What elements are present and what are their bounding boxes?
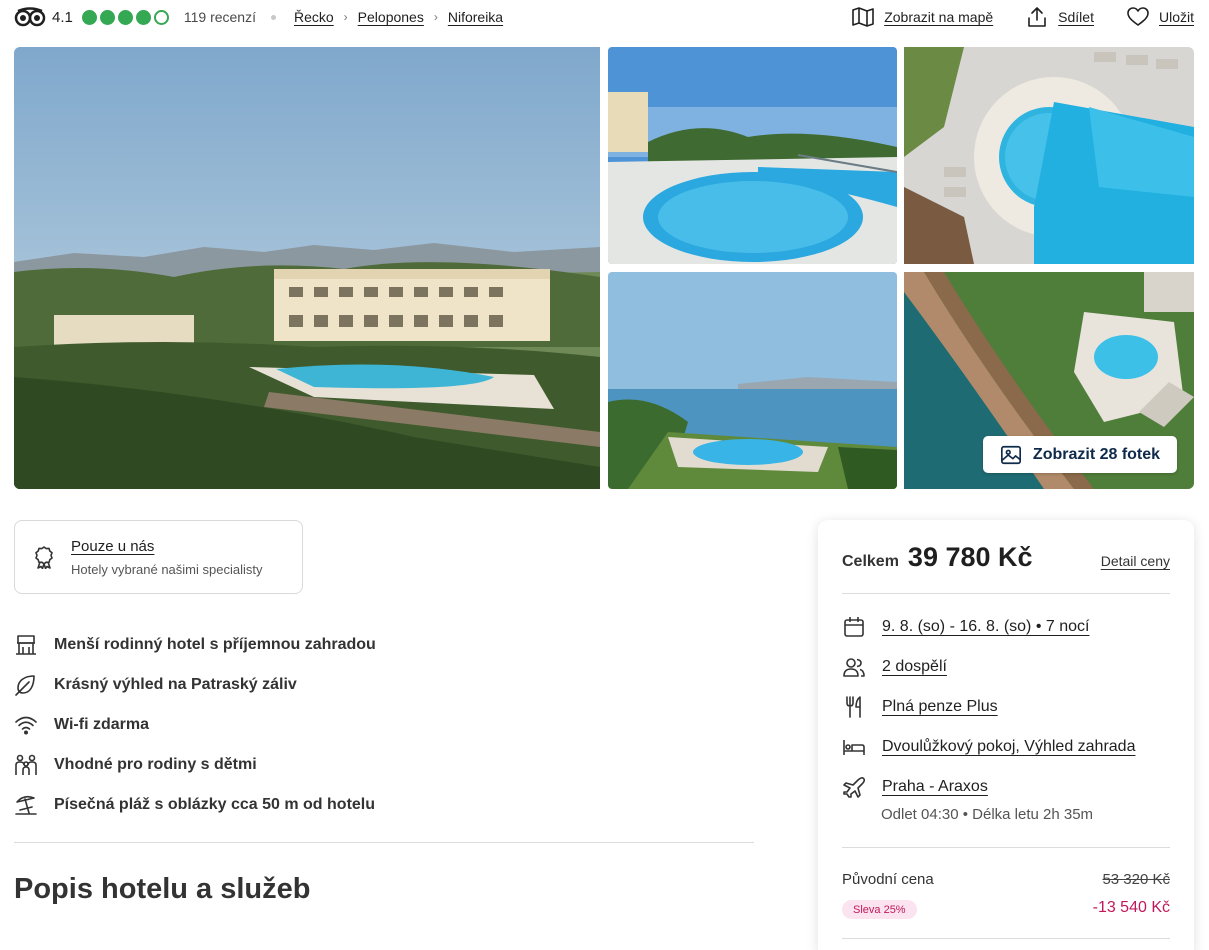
card-divider xyxy=(842,593,1170,594)
show-all-photos-label: Zobrazit 28 fotek xyxy=(1032,445,1161,463)
discount-amount: -13 540 Kč xyxy=(1092,899,1170,916)
show-all-photos-button[interactable]: Zobrazit 28 fotek xyxy=(983,436,1177,473)
chevron-right-icon: › xyxy=(433,10,438,24)
breadcrumb-place[interactable]: Niforeika xyxy=(448,9,503,25)
pool-photo[interactable] xyxy=(608,47,897,264)
rating-dot-filled xyxy=(99,9,115,25)
breadcrumb-region[interactable]: Pelopones xyxy=(358,9,424,25)
feature-text: Vhodné pro rodiny s dětmi xyxy=(54,756,257,773)
image-icon xyxy=(1000,445,1021,464)
feature-item: Písečná pláž s oblázky cca 50 m od hotel… xyxy=(14,785,754,825)
cutlery-icon xyxy=(846,696,861,718)
original-price: 53 320 Kč xyxy=(1102,871,1170,888)
total-label: Celkem xyxy=(842,553,899,570)
airplane-icon xyxy=(843,777,866,798)
card-divider xyxy=(842,847,1170,848)
hotel-description-heading: Popis hotelu a služeb xyxy=(14,873,311,905)
room-value: Dvoulůžkový pokoj, Výhled zahrada xyxy=(882,738,1136,755)
exclusive-text: Pouze u nás Hotely vybrané našimi specia… xyxy=(71,538,262,577)
total-price: 39 780 Kč xyxy=(907,542,1033,572)
room-selector[interactable]: Dvoulůžkový pokoj, Výhled zahrada xyxy=(842,735,1170,759)
map-icon xyxy=(852,7,875,27)
calendar-icon xyxy=(844,617,864,637)
hotel-features-list: Menší rodinný hotel s příjemnou zahradou… xyxy=(14,625,754,825)
breadcrumb-country[interactable]: Řecko xyxy=(294,9,334,25)
beach-umbrella-icon xyxy=(15,795,37,815)
feature-text: Krásný výhled na Patraský záliv xyxy=(54,676,297,693)
feature-item: Vhodné pro rodiny s dětmi xyxy=(14,745,754,785)
rating-dots xyxy=(81,9,169,25)
save-button[interactable]: Uložit xyxy=(1126,5,1194,29)
photo-gallery: Zobrazit 28 fotek xyxy=(14,47,1194,489)
rating-dot-empty xyxy=(153,9,169,25)
flight-value: Praha - Araxos xyxy=(882,778,988,795)
save-label: Uložit xyxy=(1158,9,1194,25)
award-ribbon-icon xyxy=(35,546,53,569)
feature-item: Menší rodinný hotel s příjemnou zahradou xyxy=(14,625,754,665)
board-selector[interactable]: Plná penze Plus xyxy=(842,695,1170,719)
leaf-icon xyxy=(15,675,35,696)
exclusive-offer-card[interactable]: Pouze u nás Hotely vybrané našimi specia… xyxy=(14,520,303,594)
section-divider xyxy=(14,842,754,843)
feature-text: Menší rodinný hotel s příjemnou zahradou xyxy=(54,636,376,653)
heart-icon xyxy=(1127,7,1149,26)
feature-text: Wi-fi zdarma xyxy=(54,716,149,733)
aerial-pool-photo[interactable] xyxy=(904,47,1194,264)
dates-value: 9. 8. (so) - 16. 8. (so) • 7 nocí xyxy=(882,618,1090,635)
share-button[interactable]: Sdílet xyxy=(1025,5,1094,29)
reviews-count[interactable]: 119 recenzí xyxy=(184,9,256,25)
flight-detail: Odlet 04:30 • Délka letu 2h 35m xyxy=(881,806,1094,823)
wifi-icon xyxy=(15,716,37,735)
guests-value: 2 dospělí xyxy=(882,658,947,675)
rating-score: 4.1 xyxy=(52,8,73,26)
separator-dot xyxy=(270,14,276,20)
bed-icon xyxy=(843,740,865,755)
price-total: Celkem 39 780 Kč Detail ceny xyxy=(842,542,1170,594)
discount-badge: Sleva 25% xyxy=(842,900,917,919)
feature-text: Písečná pláž s oblázky cca 50 m od hotel… xyxy=(54,796,376,813)
tripadvisor-owl-icon xyxy=(14,7,46,27)
exclusive-title[interactable]: Pouze u nás xyxy=(71,538,262,555)
feature-item: Krásný výhled na Patraský záliv xyxy=(14,665,754,705)
family-icon xyxy=(15,754,37,775)
guests-selector[interactable]: 2 dospělí xyxy=(842,655,1170,679)
sea-view-photo[interactable] xyxy=(608,272,897,489)
price-detail-link[interactable]: Detail ceny xyxy=(1101,553,1170,569)
users-icon xyxy=(843,658,865,677)
rating-dot-filled xyxy=(135,9,151,25)
board-value: Plná penze Plus xyxy=(882,698,998,715)
rating-dot-filled xyxy=(117,9,133,25)
main-hotel-photo[interactable] xyxy=(14,47,600,489)
feature-item: Wi-fi zdarma xyxy=(14,705,754,745)
hotel-icon xyxy=(16,635,36,655)
share-icon xyxy=(1028,7,1046,27)
card-divider xyxy=(842,938,1170,939)
price-card: Celkem 39 780 Kč Detail ceny 9. 8. (so) … xyxy=(818,520,1194,950)
show-map-label: Zobrazit na mapě xyxy=(884,9,994,25)
flight-selector[interactable]: Praha - Araxos xyxy=(842,775,1170,799)
chevron-right-icon: › xyxy=(343,10,348,24)
top-actions: Zobrazit na mapě Sdílet Uložit xyxy=(819,5,1194,29)
show-map-button[interactable]: Zobrazit na mapě xyxy=(851,5,993,29)
rating-dot-filled xyxy=(81,9,97,25)
original-price-label: Původní cena xyxy=(842,871,934,888)
dates-selector[interactable]: 9. 8. (so) - 16. 8. (so) • 7 nocí xyxy=(842,615,1170,639)
top-bar: 4.1 119 recenzí Řecko › Pelopones › Nifo… xyxy=(14,4,1194,30)
exclusive-subtitle: Hotely vybrané našimi specialisty xyxy=(71,561,263,577)
share-label: Sdílet xyxy=(1058,9,1094,25)
